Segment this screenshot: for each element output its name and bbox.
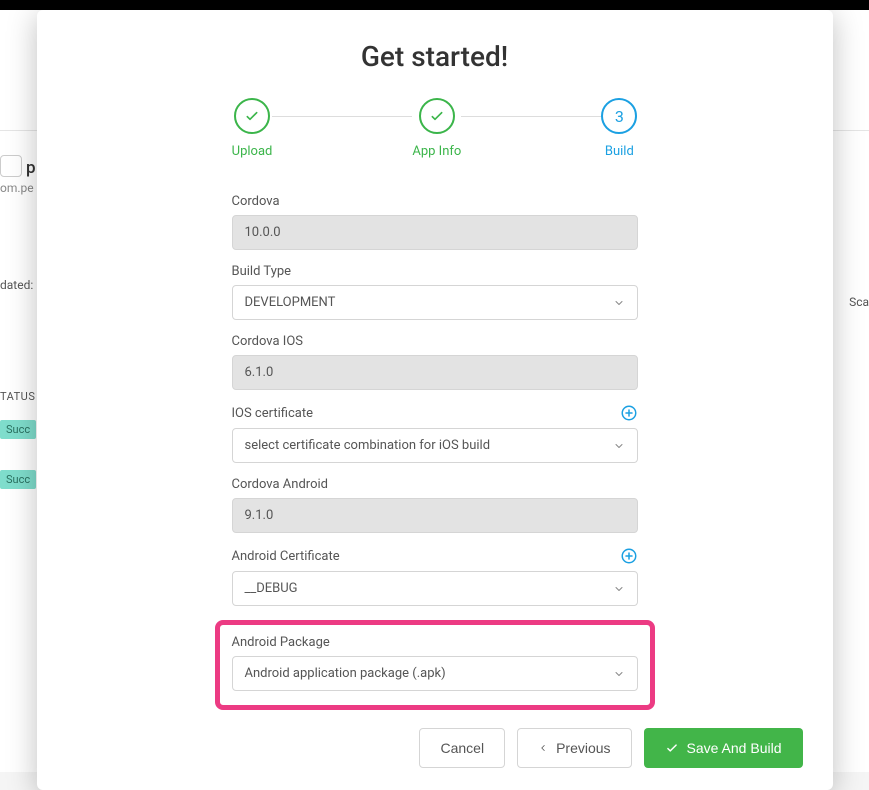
cordova-android-group: Cordova Android 9.1.0 [232, 477, 638, 533]
previous-button[interactable]: Previous [517, 728, 631, 768]
chevron-down-icon [613, 440, 625, 452]
step-upload[interactable]: Upload [232, 98, 273, 159]
android-cert-label: Android Certificate [232, 549, 340, 564]
get-started-modal: Get started! Upload App Info 3 Build [37, 10, 833, 790]
build-type-select[interactable]: DEVELOPMENT [232, 285, 638, 320]
add-android-cert-icon[interactable] [620, 547, 638, 565]
previous-label: Previous [556, 740, 610, 756]
step-label-app-info: App Info [412, 144, 461, 159]
save-and-build-button[interactable]: Save And Build [644, 728, 803, 768]
ios-cert-select[interactable]: select certificate combination for iOS b… [232, 428, 638, 463]
ios-cert-value: select certificate combination for iOS b… [245, 438, 491, 453]
cordova-android-field: 9.1.0 [232, 498, 638, 533]
chevron-down-icon [613, 583, 625, 595]
android-package-group: Android Package Android application pack… [232, 635, 638, 691]
save-build-label: Save And Build [687, 740, 782, 756]
android-cert-group: Android Certificate __DEBUG [232, 547, 638, 606]
cordova-field: 10.0.0 [232, 215, 638, 250]
cordova-label: Cordova [232, 194, 280, 209]
modal-overlay: Get started! Upload App Info 3 Build [0, 0, 869, 772]
step-circle-build: 3 [601, 98, 637, 134]
chevron-down-icon [613, 297, 625, 309]
cordova-android-label: Cordova Android [232, 477, 328, 492]
step-connector [272, 116, 412, 117]
check-icon [665, 741, 679, 755]
android-package-label: Android Package [232, 635, 330, 650]
android-package-select[interactable]: Android application package (.apk) [232, 656, 638, 691]
cordova-ios-group: Cordova IOS 6.1.0 [232, 334, 638, 390]
step-circle-app-info [419, 98, 455, 134]
android-cert-value: __DEBUG [245, 581, 298, 596]
android-package-highlight: Android Package Android application pack… [215, 620, 655, 710]
step-build[interactable]: 3 Build [601, 98, 637, 159]
build-type-label: Build Type [232, 264, 292, 279]
step-connector [461, 116, 601, 117]
modal-footer: Cancel Previous Save And Build [37, 728, 833, 768]
chevron-left-icon [538, 743, 548, 753]
cancel-button[interactable]: Cancel [419, 728, 505, 768]
step-label-build: Build [605, 144, 634, 159]
stepper: Upload App Info 3 Build [37, 98, 833, 159]
cordova-ios-field: 6.1.0 [232, 355, 638, 390]
modal-title: Get started! [37, 40, 833, 73]
chevron-down-icon [613, 668, 625, 680]
build-type-value: DEVELOPMENT [245, 295, 336, 310]
android-cert-select[interactable]: __DEBUG [232, 571, 638, 606]
cancel-label: Cancel [440, 740, 484, 756]
android-package-value: Android application package (.apk) [245, 666, 446, 681]
form-area: Cordova 10.0.0 Build Type DEVELOPMENT Co… [37, 194, 833, 606]
check-icon [244, 108, 260, 124]
cordova-group: Cordova 10.0.0 [232, 194, 638, 250]
ios-cert-group: IOS certificate select certificate combi… [232, 404, 638, 463]
step-app-info[interactable]: App Info [412, 98, 461, 159]
step-label-upload: Upload [232, 144, 273, 159]
check-icon [429, 108, 445, 124]
add-ios-cert-icon[interactable] [620, 404, 638, 422]
cordova-ios-label: Cordova IOS [232, 334, 304, 349]
ios-cert-label: IOS certificate [232, 406, 314, 421]
step-circle-upload [234, 98, 270, 134]
build-type-group: Build Type DEVELOPMENT [232, 264, 638, 320]
